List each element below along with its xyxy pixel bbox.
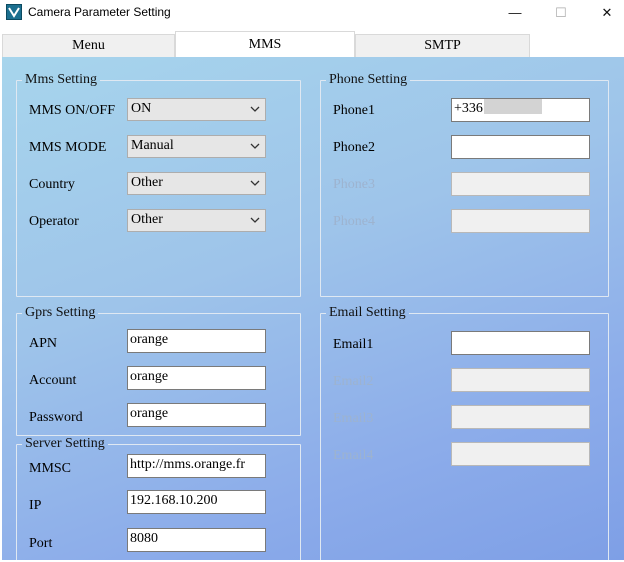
account-input[interactable]: orange [127, 366, 266, 390]
phone4-label: Phone4 [333, 214, 375, 229]
phone1-label: Phone1 [333, 103, 375, 118]
tab-menu[interactable]: Menu [2, 34, 175, 57]
chevron-down-icon [250, 217, 260, 223]
phone1-input[interactable]: +336 [451, 98, 590, 122]
tab-smtp[interactable]: SMTP [355, 34, 530, 57]
password-label: Password [29, 410, 83, 425]
camera-app-icon [6, 4, 22, 20]
email2-input[interactable] [451, 368, 590, 392]
mms-settings-panel: Mms Setting MMS ON/OFF ON MMS MODE Manua… [2, 57, 624, 562]
tab-mms[interactable]: MMS [175, 31, 355, 57]
password-input[interactable]: orange [127, 403, 266, 427]
email4-input[interactable] [451, 442, 590, 466]
apn-label: APN [29, 336, 58, 351]
phone3-input[interactable] [451, 172, 590, 196]
chevron-down-icon [250, 180, 260, 186]
email1-label: Email1 [333, 337, 374, 352]
mms-mode-select[interactable]: Manual [127, 135, 266, 158]
phone2-input[interactable] [451, 135, 590, 159]
apn-input[interactable]: orange [127, 329, 266, 353]
email3-label: Email3 [333, 411, 374, 426]
phone4-input[interactable] [451, 209, 590, 233]
port-label: Port [29, 536, 53, 551]
operator-label: Operator [29, 214, 79, 229]
mms-onoff-select[interactable]: ON [127, 98, 266, 121]
window-title: Camera Parameter Setting [28, 5, 171, 19]
redacted-block [483, 99, 542, 114]
country-label: Country [29, 177, 75, 192]
mms-mode-value: Manual [131, 138, 174, 153]
mmsc-label: MMSC [29, 461, 72, 476]
country-value: Other [131, 175, 163, 190]
phone3-label: Phone3 [333, 177, 375, 192]
email3-input[interactable] [451, 405, 590, 429]
phone2-label: Phone2 [333, 140, 375, 155]
phone1-value: +336 [454, 101, 483, 116]
phone-setting-legend: Phone Setting [329, 72, 408, 87]
operator-value: Other [131, 212, 163, 227]
country-select[interactable]: Other [127, 172, 266, 195]
server-setting-legend: Server Setting [25, 436, 105, 451]
port-input[interactable]: 8080 [127, 528, 266, 552]
ip-input[interactable]: 192.168.10.200 [127, 490, 266, 514]
mmsc-input[interactable]: http://mms.orange.fr [127, 454, 266, 478]
gprs-setting-legend: Gprs Setting [25, 305, 96, 320]
minimize-button[interactable]: — [492, 0, 538, 25]
email4-label: Email4 [333, 448, 374, 463]
operator-select[interactable]: Other [127, 209, 266, 232]
chevron-down-icon [250, 106, 260, 112]
account-label: Account [29, 373, 77, 388]
tab-strip: Menu SMTP MMS [0, 31, 624, 57]
ip-label: IP [29, 498, 42, 513]
mms-onoff-label: MMS ON/OFF [29, 103, 115, 118]
mms-setting-legend: Mms Setting [25, 72, 97, 87]
close-button[interactable]: ✕ [584, 0, 624, 25]
maximize-button[interactable]: ☐ [538, 0, 584, 25]
chevron-down-icon [250, 143, 260, 149]
email1-input[interactable] [451, 331, 590, 355]
email-setting-legend: Email Setting [329, 305, 406, 320]
title-bar: Camera Parameter Setting — ☐ ✕ [0, 0, 624, 25]
mms-onoff-value: ON [131, 101, 152, 116]
mms-mode-label: MMS MODE [29, 140, 107, 155]
email2-label: Email2 [333, 374, 374, 389]
